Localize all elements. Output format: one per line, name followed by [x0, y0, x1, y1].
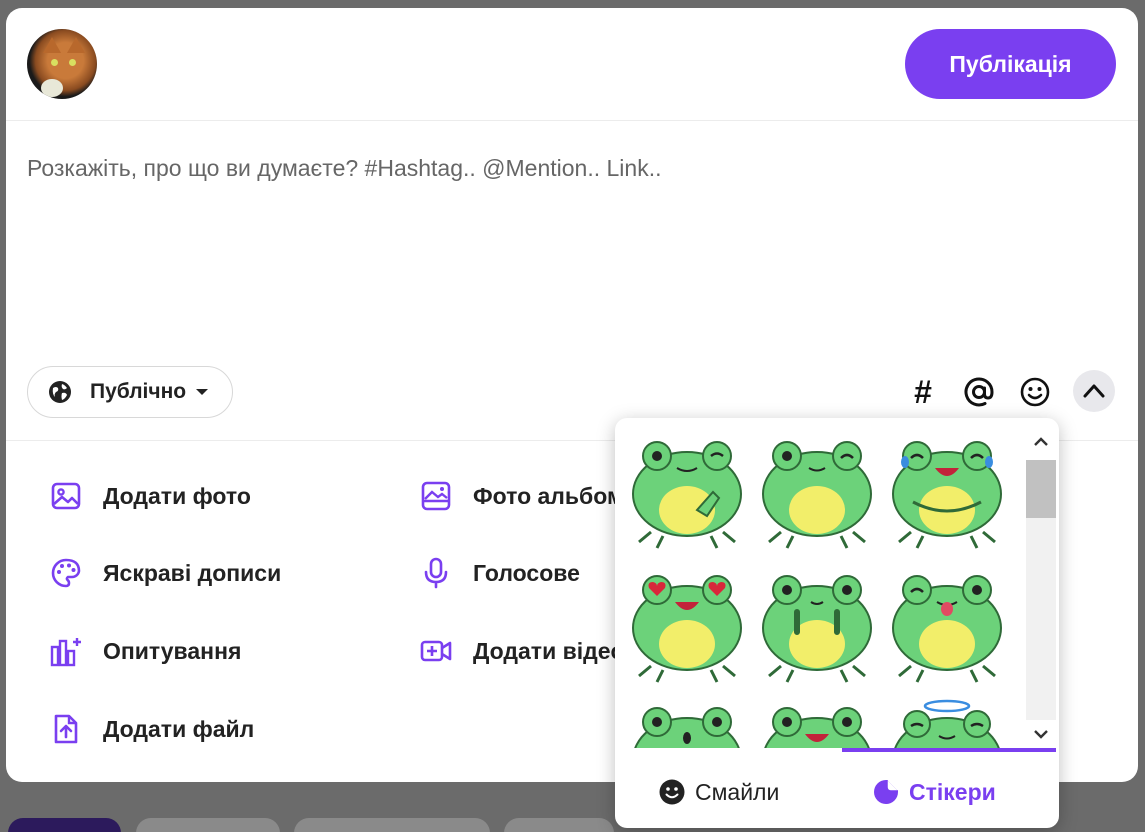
- add-file-button[interactable]: Додати файл: [50, 709, 254, 749]
- sticker-icon: [874, 780, 898, 804]
- frog-sticker-tongue[interactable]: [887, 566, 1007, 686]
- frog-sticker-love[interactable]: [627, 566, 747, 686]
- avatar[interactable]: [27, 29, 97, 99]
- image-icon: [51, 482, 81, 510]
- palette-icon: [51, 558, 81, 588]
- globe-icon: [49, 381, 71, 403]
- sticker-picker-popup: Смайли Стікери: [615, 418, 1059, 828]
- add-file-label: Додати файл: [103, 715, 255, 742]
- voice-label: Голосове: [473, 559, 580, 586]
- background-pill: [8, 818, 121, 832]
- frog-sticker-wink[interactable]: [757, 432, 877, 552]
- active-tab-indicator: [842, 748, 1056, 752]
- poll-chart-icon: [50, 638, 81, 667]
- photo-album-button[interactable]: Фото альбом: [420, 476, 624, 516]
- tab-smiles-label: Смайли: [695, 778, 780, 805]
- background-pill: [294, 818, 490, 832]
- smiley-icon: [659, 779, 685, 805]
- photo-album-label: Фото альбом: [473, 482, 625, 509]
- add-video-label: Додати відео: [473, 637, 625, 664]
- privacy-label: Публічно: [90, 380, 187, 403]
- poll-label: Опитування: [103, 637, 242, 664]
- hashtag-icon[interactable]: #: [903, 372, 943, 412]
- frog-sticker-smile[interactable]: [757, 698, 877, 748]
- tab-stickers-label: Стікери: [909, 778, 996, 805]
- scroll-up-icon[interactable]: [1026, 430, 1056, 454]
- caret-down-icon: [196, 389, 209, 395]
- chevron-up-icon[interactable]: [1073, 370, 1115, 412]
- privacy-dropdown[interactable]: Публічно: [27, 366, 233, 418]
- frog-sticker-laugh[interactable]: [887, 432, 1007, 552]
- emoji-icon[interactable]: [1015, 372, 1055, 412]
- publish-button[interactable]: Публікація: [905, 29, 1116, 99]
- background-pill: [136, 818, 280, 832]
- tab-smiles[interactable]: Смайли: [659, 772, 779, 812]
- mention-icon[interactable]: [959, 372, 999, 412]
- voice-button[interactable]: Голосове: [420, 553, 580, 593]
- frog-sticker-surprised[interactable]: [627, 698, 747, 748]
- sticker-grid: [615, 418, 1025, 748]
- poll-button[interactable]: Опитування: [50, 631, 241, 671]
- file-upload-icon: [54, 714, 78, 744]
- bright-posts-button[interactable]: Яскраві дописи: [50, 553, 281, 593]
- add-photo-button[interactable]: Додати фото: [50, 476, 251, 516]
- add-video-button[interactable]: Додати відео: [420, 631, 625, 671]
- video-add-icon: [420, 640, 452, 662]
- frog-sticker-thumbs-up[interactable]: [627, 432, 747, 552]
- scroll-down-icon[interactable]: [1026, 722, 1056, 746]
- tab-stickers[interactable]: Стікери: [873, 772, 996, 812]
- microphone-icon: [424, 557, 448, 589]
- sticker-scrollbar[interactable]: [1026, 430, 1056, 748]
- photo-album-icon: [421, 481, 451, 511]
- sticker-tab-bar: Смайли Стікери: [615, 748, 1059, 828]
- modal-header: Публікація: [6, 8, 1138, 121]
- scrollbar-thumb[interactable]: [1026, 460, 1056, 518]
- bright-posts-label: Яскраві дописи: [103, 559, 282, 586]
- frog-sticker-angel[interactable]: [887, 698, 1007, 748]
- frog-sticker-pointing[interactable]: [757, 566, 877, 686]
- post-text-input[interactable]: [27, 148, 1027, 188]
- add-photo-label: Додати фото: [103, 482, 251, 509]
- background-pill: [504, 818, 614, 832]
